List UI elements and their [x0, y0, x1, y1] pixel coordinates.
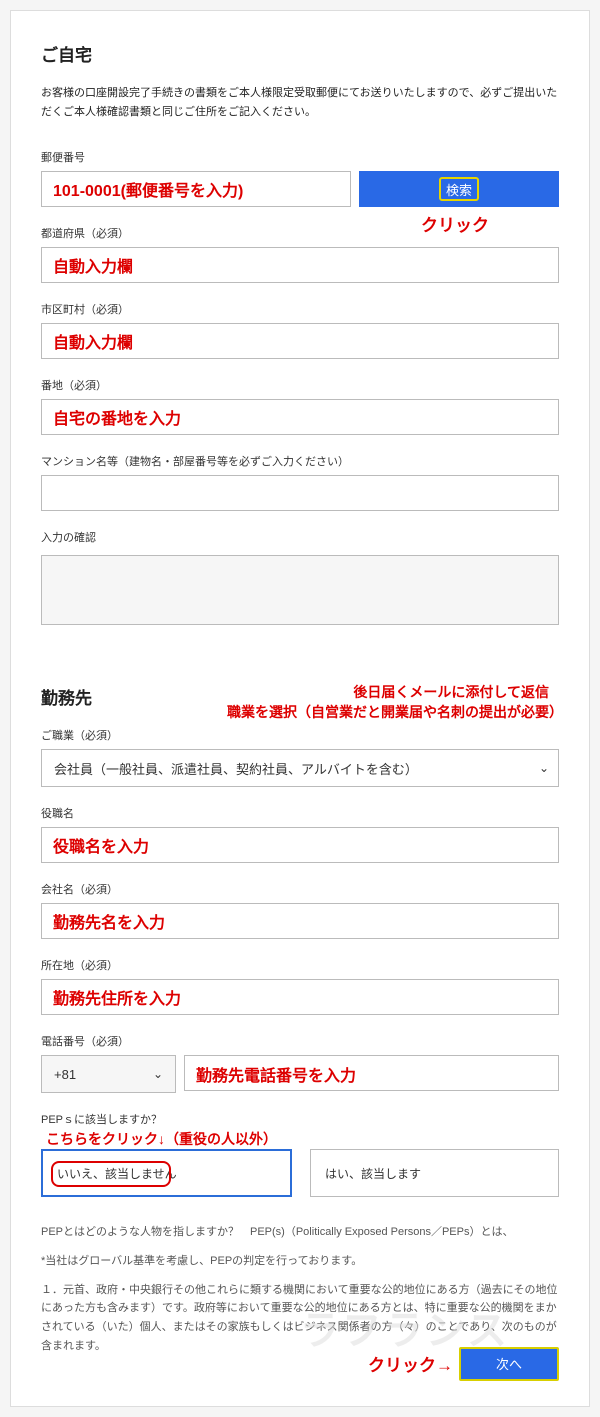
occupation-label: ご職業（必須）	[41, 727, 559, 743]
city-label: 市区町村（必須）	[41, 301, 559, 317]
building-input[interactable]	[41, 475, 559, 511]
pep-yes-option[interactable]: はい、該当します	[310, 1149, 559, 1197]
postal-label: 郵便番号	[41, 149, 559, 165]
phone-country-select[interactable]: +81 ⌄	[41, 1055, 176, 1093]
pep-desc-1: PEPとはどのような人物を指しますか？ PEP(s)（Politically E…	[41, 1223, 559, 1242]
company-label: 会社名（必須）	[41, 881, 559, 897]
building-label: マンション名等（建物名・部屋番号等を必ずご入力ください）	[41, 453, 559, 469]
pep-desc-2: *当社はグローバル基準を考慮し、PEPの判定を行っております。	[41, 1252, 559, 1271]
home-intro: お客様の口座開設完了手続きの書類をご本人様限定受取郵便にてお送りいたしますので、…	[41, 84, 559, 121]
pref-input[interactable]	[41, 247, 559, 283]
annot-next-click: クリック→	[368, 1351, 453, 1376]
phone-code-value: +81	[54, 1067, 76, 1082]
location-input[interactable]	[41, 979, 559, 1015]
work-section-title: 勤務先	[41, 684, 559, 709]
city-input[interactable]	[41, 323, 559, 359]
search-button[interactable]: 検索	[359, 171, 559, 207]
next-button[interactable]: 次へ	[459, 1347, 559, 1381]
occupation-select[interactable]: 会社員（一般社員、派遣社員、契約社員、アルバイトを含む） ⌄	[41, 749, 559, 787]
postal-input[interactable]	[41, 171, 351, 207]
pep-yes-label: はい、該当します	[325, 1165, 421, 1182]
position-input[interactable]	[41, 827, 559, 863]
pep-no-label: いいえ、該当しません	[57, 1165, 177, 1182]
company-input[interactable]	[41, 903, 559, 939]
street-label: 番地（必須）	[41, 377, 559, 393]
chevron-down-icon: ⌄	[153, 1067, 163, 1081]
pref-label: 都道府県（必須）	[41, 225, 559, 241]
search-button-label: 検索	[446, 183, 472, 198]
location-label: 所在地（必須）	[41, 957, 559, 973]
phone-label: 電話番号（必須）	[41, 1033, 559, 1049]
confirm-textarea[interactable]	[41, 555, 559, 625]
pep-no-option[interactable]: いいえ、該当しません	[41, 1149, 292, 1197]
pep-question: PEPｓに該当しますか？	[41, 1111, 559, 1127]
home-section-title: ご自宅	[41, 41, 559, 66]
street-input[interactable]	[41, 399, 559, 435]
position-label: 役職名	[41, 805, 559, 821]
annot-pep-click: こちらをクリック↓（重役の人以外）	[46, 1129, 277, 1149]
confirm-label: 入力の確認	[41, 529, 559, 545]
occupation-selected: 会社員（一般社員、派遣社員、契約社員、アルバイトを含む）	[41, 749, 559, 787]
phone-input[interactable]	[184, 1055, 559, 1091]
